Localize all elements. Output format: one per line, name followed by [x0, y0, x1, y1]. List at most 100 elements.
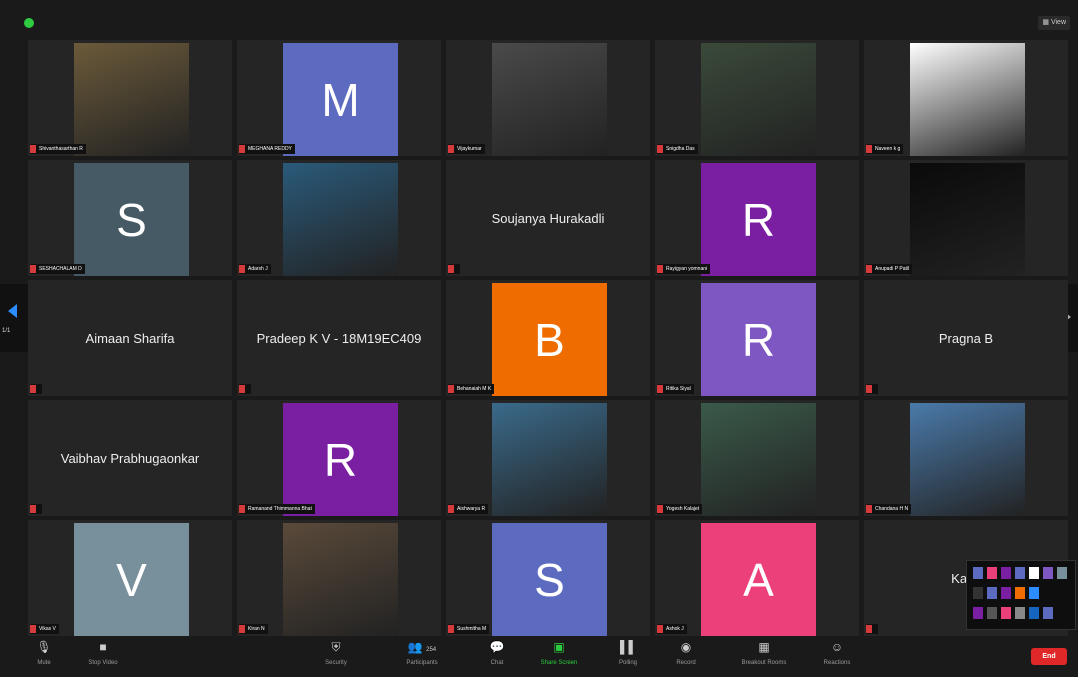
muted-icon	[448, 505, 454, 513]
participant-tile[interactable]: B Behanaiah M K	[446, 280, 650, 396]
security-button[interactable]: ⛨ Security	[316, 640, 356, 674]
name-label-text: Adarsh J	[248, 266, 268, 272]
name-label-text: MEGHANA REDDY	[248, 146, 292, 152]
breakout-rooms-button[interactable]: ▦ Breakout Rooms	[726, 640, 802, 674]
view-button[interactable]: ▦ View	[1038, 16, 1070, 30]
end-meeting-button[interactable]: End	[1031, 648, 1067, 665]
thumbnail[interactable]	[1029, 567, 1039, 579]
thumbnail[interactable]	[973, 567, 983, 579]
name-label-text: Vikas V	[39, 626, 56, 632]
thumbnail[interactable]	[1015, 567, 1025, 579]
bar-chart-icon: ▌▌	[620, 640, 638, 654]
thumbnail[interactable]	[1001, 607, 1011, 619]
participant-tile[interactable]: Snigdha Das	[655, 40, 859, 156]
name-label-text: Anupadi P Patil	[875, 266, 910, 272]
muted-icon	[657, 265, 663, 273]
page-indicator: 1/1	[2, 328, 11, 334]
name-label-text: Shivanthasarthan R	[39, 146, 83, 152]
muted-icon	[657, 505, 663, 513]
share-screen-button[interactable]: ▣ Share Screen	[530, 640, 588, 674]
participant-tile[interactable]: Anupadi P Patil	[864, 160, 1068, 276]
mute-button[interactable]: 🎙 Mute	[28, 640, 60, 674]
thumbnail[interactable]	[1015, 607, 1025, 619]
participant-tile[interactable]: Vaibhav Prabhugaonkar	[28, 400, 232, 516]
meeting-toolbar: 🎙 Mute ■ Stop Video ⛨ Security 👥 254 Par…	[0, 636, 1078, 677]
muted-icon	[448, 625, 454, 633]
participant-tile[interactable]: Adarsh J	[237, 160, 441, 276]
name-label: Aishwarya R	[448, 504, 489, 514]
name-label-text: Rayigyan yomnani	[666, 266, 708, 272]
thumbnail[interactable]	[1043, 607, 1053, 619]
participant-tile[interactable]: Yogesh Kalajet	[655, 400, 859, 516]
name-label: Rayigyan yomnani	[657, 264, 711, 274]
security-shield-icon[interactable]	[24, 18, 34, 28]
thumbnail[interactable]	[1015, 587, 1025, 599]
name-label-text: Behanaiah M K	[457, 386, 492, 392]
name-label-text: Aishwarya R	[457, 506, 486, 512]
reactions-button[interactable]: ☺ Reactions	[812, 640, 862, 674]
participant-tile[interactable]: R Rayigyan yomnani	[655, 160, 859, 276]
participant-tile[interactable]: Naveen k g	[864, 40, 1068, 156]
muted-icon	[30, 385, 36, 393]
participant-tile[interactable]: Aimaan Sharifa	[28, 280, 232, 396]
avatar: V	[74, 523, 189, 636]
muted-icon	[239, 505, 245, 513]
thumbnail[interactable]	[973, 607, 983, 619]
participant-video	[910, 403, 1025, 516]
participant-tile[interactable]: Pragna B	[864, 280, 1068, 396]
participant-tile[interactable]: S SESHACHALAM D	[28, 160, 232, 276]
thumbnail[interactable]	[1029, 607, 1039, 619]
thumbnail[interactable]	[1001, 587, 1011, 599]
name-label-text: SESHACHALAM D	[39, 266, 82, 272]
thumbnail[interactable]	[973, 587, 983, 599]
participant-tile[interactable]: R Ritika Siyal	[655, 280, 859, 396]
participant-tile[interactable]: Aishwarya R	[446, 400, 650, 516]
participant-video	[910, 43, 1025, 156]
participant-tile[interactable]: R Ramanand Thimmanna Bhat	[237, 400, 441, 516]
name-label: Yogesh Kalajet	[657, 504, 703, 514]
name-label-text: Kiran N	[248, 626, 265, 632]
polling-button[interactable]: ▌▌ Polling	[610, 640, 646, 674]
participant-video	[701, 403, 816, 516]
thumbnail-strip[interactable]	[966, 560, 1076, 630]
participant-video	[701, 43, 816, 156]
muted-icon	[866, 625, 872, 633]
avatar: S	[74, 163, 189, 276]
participant-tile[interactable]: Kiran N	[237, 520, 441, 636]
participants-button[interactable]: 👥 254 Participants	[392, 640, 452, 674]
name-label-text: Chandana H N	[875, 506, 909, 512]
name-label: Ashok J	[657, 624, 687, 634]
muted-icon	[657, 385, 663, 393]
participant-tile[interactable]: A Ashok J	[655, 520, 859, 636]
participant-video	[283, 523, 398, 636]
chat-button[interactable]: 💬 Chat	[482, 640, 512, 674]
participant-tile[interactable]: Shivanthasarthan R	[28, 40, 232, 156]
thumbnail[interactable]	[1001, 567, 1011, 579]
avatar: R	[283, 403, 398, 516]
thumbnail[interactable]	[1029, 587, 1039, 599]
participant-tile[interactable]: M MEGHANA REDDY	[237, 40, 441, 156]
thumbnail[interactable]	[1057, 567, 1067, 579]
thumbnail[interactable]	[1043, 567, 1053, 579]
participant-tile[interactable]: S Sushmitha M	[446, 520, 650, 636]
participant-video	[910, 163, 1025, 276]
record-button[interactable]: ◉ Record	[668, 640, 704, 674]
participant-tile[interactable]: V Vikas V	[28, 520, 232, 636]
name-label	[30, 504, 42, 514]
name-label: Behanaiah M K	[448, 384, 495, 394]
participant-name: Soujanya Hurakadli	[491, 210, 605, 226]
participant-tile[interactable]: Pradeep K V - 18M19EC409	[237, 280, 441, 396]
muted-icon	[866, 505, 872, 513]
participant-tile[interactable]: Vijaykumar	[446, 40, 650, 156]
stop-video-button[interactable]: ■ Stop Video	[78, 640, 128, 674]
thumbnail[interactable]	[987, 607, 997, 619]
participant-name: Aimaan Sharifa	[85, 330, 175, 346]
video-camera-icon: ■	[99, 640, 107, 654]
thumbnail[interactable]	[987, 567, 997, 579]
name-label	[448, 264, 460, 274]
muted-icon	[657, 625, 663, 633]
participant-tile[interactable]: Chandana H N	[864, 400, 1068, 516]
previous-page-button[interactable]: 1/1	[0, 284, 28, 352]
thumbnail[interactable]	[987, 587, 997, 599]
participant-tile[interactable]: Soujanya Hurakadli	[446, 160, 650, 276]
